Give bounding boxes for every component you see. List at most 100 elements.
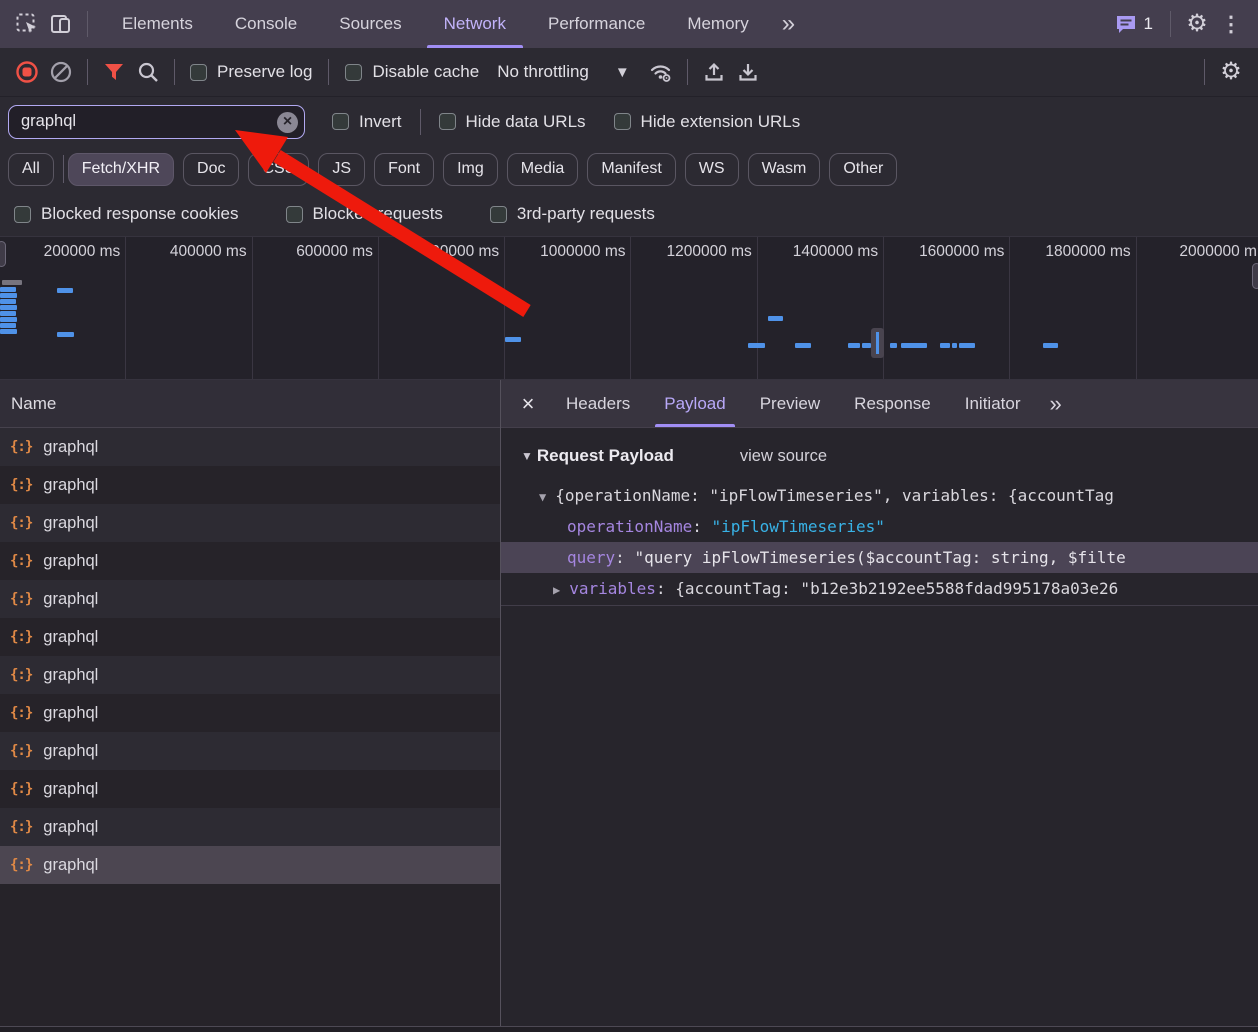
disable-cache-checkbox[interactable]: Disable cache (345, 62, 479, 82)
blocked-response-cookies-checkbox[interactable]: Blocked response cookies (14, 204, 239, 224)
clear-filter-icon[interactable]: × (277, 112, 298, 133)
request-name: graphql (43, 438, 98, 457)
checkbox[interactable] (190, 64, 207, 81)
more-tabs-icon[interactable]: » (770, 10, 805, 38)
payload-value: {accountTag: "b12e3b2192ee5588fdad995178… (675, 579, 1118, 598)
checkbox[interactable] (286, 206, 303, 223)
filter-chip-wasm[interactable]: Wasm (748, 153, 821, 186)
tab-sources[interactable]: Sources (318, 0, 422, 48)
json-request-icon: {:} (10, 743, 32, 759)
settings-icon[interactable]: ⚙ (1180, 4, 1214, 44)
record-icon[interactable] (10, 52, 44, 92)
payload-key: query (567, 548, 615, 567)
payload-panel: ▼ Request Payload view source ▼ {operatio… (501, 428, 1258, 606)
filter-chip-js[interactable]: JS (318, 153, 365, 186)
tab-network[interactable]: Network (423, 0, 527, 48)
payload-row[interactable]: operationName: "ipFlowTimeseries" (501, 511, 1258, 542)
checkbox[interactable] (439, 113, 456, 130)
detail-tab-preview[interactable]: Preview (743, 380, 837, 427)
hide-extension-urls-checkbox[interactable]: Hide extension URLs (614, 112, 801, 132)
network-conditions-icon[interactable] (644, 52, 678, 92)
export-har-icon[interactable] (731, 52, 765, 92)
device-toolbar-icon[interactable] (44, 4, 78, 44)
divider (501, 605, 1258, 606)
payload-value: {operationName: "ipFlowTimeseries", vari… (555, 486, 1114, 505)
payload-key: variables (569, 579, 656, 598)
filter-chip-other[interactable]: Other (829, 153, 897, 186)
divider (174, 59, 175, 85)
filter-chip-all[interactable]: All (8, 153, 54, 186)
request-row[interactable]: {:}graphql (0, 808, 500, 846)
request-row[interactable]: {:}graphql (0, 504, 500, 542)
clear-icon[interactable] (44, 52, 78, 92)
throttling-select[interactable]: No throttling ▼ (497, 62, 630, 82)
request-row[interactable]: {:}graphql (0, 770, 500, 808)
payload-row[interactable]: ▼ {operationName: "ipFlowTimeseries", var… (501, 480, 1258, 511)
overview-left-handle[interactable] (0, 241, 6, 267)
console-message-count: 1 (1144, 14, 1153, 34)
request-payload-section[interactable]: ▼ Request Payload view source (501, 441, 1258, 471)
request-row[interactable]: {:}graphql (0, 732, 500, 770)
request-row[interactable]: {:}graphql (0, 694, 500, 732)
request-name: graphql (43, 780, 98, 799)
detail-tab-response[interactable]: Response (837, 380, 948, 427)
filter-chip-ws[interactable]: WS (685, 153, 739, 186)
timeline-selection-marker[interactable] (871, 328, 884, 358)
requests-panel: Name {:}graphql{:}graphql{:}graphql{:}gr… (0, 380, 500, 1032)
json-request-icon: {:} (10, 439, 32, 455)
overview-right-handle[interactable] (1252, 263, 1258, 289)
close-icon[interactable]: × (507, 380, 549, 427)
more-detail-tabs-icon[interactable]: » (1037, 391, 1071, 417)
request-row[interactable]: {:}graphql (0, 846, 500, 884)
hide-data-urls-checkbox[interactable]: Hide data URLs (439, 112, 586, 132)
filter-chip-doc[interactable]: Doc (183, 153, 239, 186)
checkbox[interactable] (14, 206, 31, 223)
import-har-icon[interactable] (697, 52, 731, 92)
checkbox[interactable] (490, 206, 507, 223)
checkbox[interactable] (332, 113, 349, 130)
detail-tab-headers[interactable]: Headers (549, 380, 647, 427)
waterfall-bar (0, 287, 16, 292)
tab-console[interactable]: Console (214, 0, 318, 48)
payload-row[interactable]: ▶variables: {accountTag: "b12e3b2192ee55… (501, 573, 1258, 604)
3rd-party-requests-checkbox[interactable]: 3rd-party requests (490, 204, 655, 224)
blocked-requests-checkbox[interactable]: Blocked requests (286, 204, 443, 224)
tab-memory[interactable]: Memory (666, 0, 769, 48)
request-row[interactable]: {:}graphql (0, 618, 500, 656)
view-source-link[interactable]: view source (740, 447, 827, 466)
collapse-triangle-icon[interactable]: ▼ (521, 449, 533, 463)
request-row[interactable]: {:}graphql (0, 542, 500, 580)
payload-row[interactable]: query: "query ipFlowTimeseries($accountT… (501, 542, 1258, 573)
menu-kebab-icon[interactable]: ⋮ (1214, 4, 1248, 44)
network-overview-timeline[interactable]: 200000 ms400000 ms600000 ms800000 ms1000… (0, 236, 1258, 380)
inspect-element-icon[interactable] (10, 4, 44, 44)
filter-chip-media[interactable]: Media (507, 153, 579, 186)
tab-performance[interactable]: Performance (527, 0, 666, 48)
preserve-log-checkbox[interactable]: Preserve log (190, 62, 312, 82)
waterfall-bar (952, 343, 957, 348)
request-row[interactable]: {:}graphql (0, 580, 500, 618)
filter-icon[interactable] (97, 52, 131, 92)
collapsed-triangle-icon[interactable]: ▶ (553, 583, 560, 597)
filter-chip-fetch-xhr[interactable]: Fetch/XHR (68, 153, 174, 186)
network-settings-icon[interactable]: ⚙ (1214, 52, 1248, 92)
detail-tab-payload[interactable]: Payload (647, 380, 742, 427)
detail-tab-initiator[interactable]: Initiator (948, 380, 1038, 427)
invert-checkbox[interactable]: Invert (332, 112, 402, 132)
request-row[interactable]: {:}graphql (0, 656, 500, 694)
request-row[interactable]: {:} graphql (0, 428, 500, 466)
filter-chip-img[interactable]: Img (443, 153, 498, 186)
name-column-header[interactable]: Name (0, 380, 500, 428)
console-messages-button[interactable]: 1 (1107, 14, 1161, 34)
filter-chip-font[interactable]: Font (374, 153, 434, 186)
checkbox[interactable] (614, 113, 631, 130)
filter-chip-manifest[interactable]: Manifest (587, 153, 675, 186)
filter-chip-css[interactable]: CSS (248, 153, 309, 186)
payload-key: operationName (567, 517, 692, 536)
filter-input[interactable] (8, 105, 305, 139)
expanded-triangle-icon[interactable]: ▼ (539, 490, 546, 504)
checkbox[interactable] (345, 64, 362, 81)
search-icon[interactable] (131, 52, 165, 92)
tab-elements[interactable]: Elements (101, 0, 214, 48)
request-row[interactable]: {:}graphql (0, 466, 500, 504)
